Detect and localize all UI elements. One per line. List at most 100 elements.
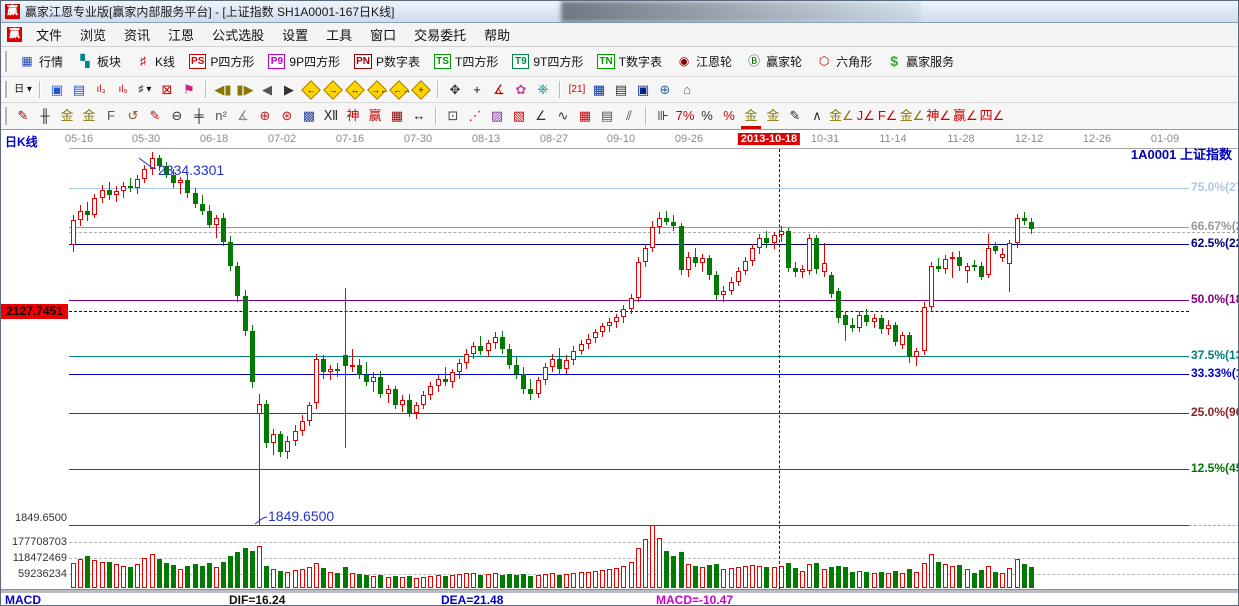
toolbar-button-net-update[interactable]: ⊕ [655, 80, 675, 100]
toolbar-button-f-angle[interactable]: F∠ [878, 106, 898, 126]
toolbar-button-wave-tool[interactable]: ∿ [553, 106, 573, 126]
toolbar-button-pen-red[interactable]: ✎ [13, 106, 33, 126]
toolbar-button-candle-style[interactable]: ♯ ▾ [135, 80, 155, 100]
toolbar-button-dia-expand[interactable]: ←→ [389, 80, 409, 100]
toolbar-button-dia-compress[interactable]: →← [367, 80, 387, 100]
toolbar-button-bars-3[interactable]: ıl₃ [91, 80, 111, 100]
toolbar-button-dia-all[interactable]: + [411, 80, 431, 100]
toolbar-button-bars-9[interactable]: ıl₉ [113, 80, 133, 100]
menu-item-文件[interactable]: 文件 [27, 23, 71, 46]
toolbar-button-grid-red[interactable]: ▦ [575, 106, 595, 126]
toolbar-button-pc-local[interactable]: ⌂ [677, 80, 697, 100]
toolbar-button-formula-box[interactable]: ⊠ [157, 80, 177, 100]
toolbar-button-9p-square[interactable]: P99P四方形 [261, 51, 347, 72]
toolbar-button-pen-mark[interactable]: ✎ [785, 106, 805, 126]
toolbar-button-grid-123[interactable]: ▦ [387, 106, 407, 126]
toolbar-button-last-page[interactable]: ▮▶ [235, 80, 255, 100]
toolbar-button-win-grid[interactable]: 赢 [365, 106, 385, 126]
menu-item-江恩[interactable]: 江恩 [159, 23, 203, 46]
toolbar-button-circle-divide[interactable]: ⊖ [167, 106, 187, 126]
menu-item-工具[interactable]: 工具 [317, 23, 361, 46]
toolbar-button-gold-line[interactable]: 金 [763, 106, 783, 126]
toolbar-button-9t-square[interactable]: T99T四方形 [505, 51, 590, 72]
toolbar-button-kline[interactable]: ♯K线 [128, 51, 182, 72]
toolbar-button-calculator[interactable]: ▦ [589, 80, 609, 100]
toolbar-button-pen-angle[interactable]: ✎ [145, 106, 165, 126]
toolbar-button-spiral[interactable]: ↺ [123, 106, 143, 126]
toolbar-button-quotes[interactable]: ▦行情 [12, 51, 70, 72]
toolbar-button-n-square[interactable]: n² [211, 106, 231, 126]
toolbar-grip[interactable] [3, 51, 7, 71]
menu-item-帮助[interactable]: 帮助 [475, 23, 519, 46]
toolbar-button-gann-wheel[interactable]: ◉江恩轮 [669, 51, 739, 72]
toolbar-button-gann-tool-pink[interactable]: ✿ [511, 80, 531, 100]
toolbar-button-period-day[interactable]: 日 ▾ [13, 80, 33, 100]
chart-area[interactable]: 日K线 05-1605-3006-1807-0207-1607-3008-130… [1, 130, 1239, 589]
toolbar-button-gold-angle[interactable]: 金∠ [829, 106, 854, 126]
toolbar-button-circle-cross[interactable]: ⊕ [255, 106, 275, 126]
toolbar-button-hand-drag[interactable]: ✥ [445, 80, 465, 100]
toolbar-button-t-number-table[interactable]: TNT数字表 [590, 51, 669, 72]
toolbar-button-fib-f[interactable]: F [101, 106, 121, 126]
toolbar-button-shen-grid[interactable]: 神 [343, 106, 363, 126]
toolbar-button-notes[interactable]: ▤ [611, 80, 631, 100]
toolbar-button-gann-box[interactable]: ▨ [487, 106, 507, 126]
toolbar-button-gold-angle-2[interactable]: 金∠ [900, 106, 925, 126]
toolbar-button-win-angle[interactable]: 赢∠ [953, 106, 978, 126]
toolbar-button-box-select[interactable]: ⊡ [443, 106, 463, 126]
menu-item-交易委托[interactable]: 交易委托 [405, 23, 475, 46]
toolbar-button-winner-service[interactable]: $赢家服务 [879, 51, 961, 72]
toolbar-button-sectors[interactable]: ▚板块 [70, 51, 128, 72]
menu-item-公式选股[interactable]: 公式选股 [203, 23, 273, 46]
toolbar-button-p-number-table[interactable]: PNP数字表 [347, 51, 427, 72]
menu-item-资讯[interactable]: 资讯 [115, 23, 159, 46]
toolbar-button-hexagon[interactable]: ⬡六角形 [809, 51, 879, 72]
menu-item-浏览[interactable]: 浏览 [71, 23, 115, 46]
toolbar-button-first-page[interactable]: ◀▮ [213, 80, 233, 100]
toolbar-button-prev[interactable]: ◀ [257, 80, 277, 100]
toolbar-button-trend-angle[interactable]: ∠ [531, 106, 551, 126]
toolbar-button-percent-red[interactable]: % [719, 106, 739, 126]
toolbar-grip[interactable] [3, 107, 7, 125]
toolbar-button-angle-gray[interactable]: ∡ [233, 106, 253, 126]
toolbar-button-info-panel[interactable]: ▤ [69, 80, 89, 100]
toolbar-button-four-angle[interactable]: 四∠ [980, 106, 1005, 126]
toolbar-button-save[interactable]: ▣ [633, 80, 653, 100]
menu-item-设置[interactable]: 设置 [273, 23, 317, 46]
toolbar-button-gold-grid-2[interactable]: 金 [79, 106, 99, 126]
toolbar-button-j-angle[interactable]: J∠ [856, 106, 876, 126]
toolbar-button-window-layout[interactable]: ▣ [47, 80, 67, 100]
toolbar-button-a-wave[interactable]: ∧ [807, 106, 827, 126]
toolbar-button-dia-right[interactable]: → [323, 80, 343, 100]
toolbar-button-shen-angle[interactable]: 神∠ [926, 106, 951, 126]
toolbar-button-gann-box-2[interactable]: ▧ [509, 106, 529, 126]
toolbar-button-calendar-21[interactable]: [21] [567, 80, 587, 100]
toolbar-button-slash-lines[interactable]: ⫽ [619, 106, 639, 126]
toolbar-button-levels-flag[interactable]: ⚑ [179, 80, 199, 100]
toolbar-button-dia-hboth[interactable]: ↔ [345, 80, 365, 100]
toolbar-button-grid-dark[interactable]: ▤ [597, 106, 617, 126]
toolbar-button-spider-web[interactable]: ⊛ [277, 106, 297, 126]
toolbar-button-hatch-2[interactable]: ╪ [189, 106, 209, 126]
toolbar-button-percent-line[interactable]: 7% [675, 106, 695, 126]
toolbar-button-dia-left[interactable]: ← [301, 80, 321, 100]
toolbar-button-t-square[interactable]: TST四方形 [427, 51, 505, 72]
toolbar-button-crosshair[interactable]: + [467, 80, 487, 100]
toolbar-button-hatch-lines[interactable]: ╫ [35, 106, 55, 126]
toolbar-button-h-expand[interactable]: ↔ [409, 106, 429, 126]
toolbar-button-k-count[interactable]: Ⅻ [321, 106, 341, 126]
toolbar-button-ruler-steps[interactable]: ⊪ [653, 106, 673, 126]
toolbar-button-angle-measure[interactable]: ∡ [489, 80, 509, 100]
toolbar-button-grid-blue[interactable]: ▩ [299, 106, 319, 126]
toolbar-button-ray-fan[interactable]: ⋰ [465, 106, 485, 126]
toolbar-button-p-square[interactable]: PSP四方形 [182, 51, 261, 72]
toolbar-button-next[interactable]: ▶ [279, 80, 299, 100]
indicator-name[interactable]: MACD [5, 593, 41, 606]
toolbar-button-gold-grid-1[interactable]: 金 [57, 106, 77, 126]
toolbar-button-gann-tool-teal[interactable]: ❈ [533, 80, 553, 100]
toolbar-grip[interactable] [3, 81, 7, 99]
toolbar-button-winner-wheel[interactable]: Ⓑ赢家轮 [739, 51, 809, 72]
toolbar-button-gold-circle[interactable]: 金 [741, 106, 761, 126]
menu-item-窗口[interactable]: 窗口 [361, 23, 405, 46]
toolbar-button-percent[interactable]: % [697, 106, 717, 126]
